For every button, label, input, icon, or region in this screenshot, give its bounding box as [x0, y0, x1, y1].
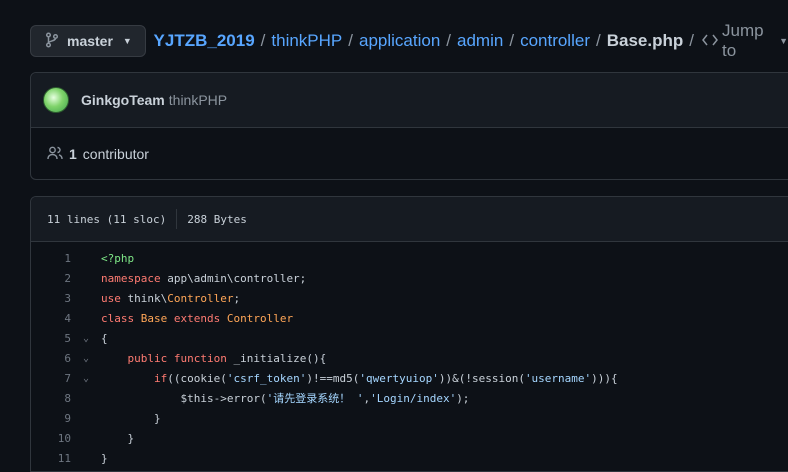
code-text: }: [153, 411, 161, 425]
code-line: 5 ⌄ {: [31, 328, 788, 348]
code-text: public function _initialize(){: [127, 351, 327, 365]
commit-header: GinkgoTeam thinkPHP: [31, 73, 788, 128]
caret-down-icon: ▼: [779, 36, 788, 46]
code-line: 6 ⌄ public function _initialize(){: [31, 348, 788, 368]
code-line: 3 use think\Controller;: [31, 288, 788, 308]
breadcrumb-separator: /: [446, 31, 452, 50]
code-listing: 1 <?php 2 namespace app\admin\controller…: [31, 242, 788, 468]
fold-chevron-icon[interactable]: ⌄: [71, 373, 101, 384]
code-text: use think\Controller;: [101, 291, 241, 305]
code-line: 9 }: [31, 408, 788, 428]
line-number[interactable]: 3: [31, 292, 71, 305]
code-text: }: [127, 431, 135, 445]
latest-commit-box: GinkgoTeam thinkPHP 1 contributor: [30, 72, 788, 180]
file-line-count: 11 lines (11 sloc): [47, 212, 167, 226]
avatar[interactable]: [43, 87, 69, 113]
line-number[interactable]: 6: [31, 352, 71, 365]
jump-to-button[interactable]: Jump to ▼: [702, 21, 788, 61]
line-number[interactable]: 1: [31, 252, 71, 265]
file-info-bar: 11 lines (11 sloc) 288 Bytes: [31, 197, 788, 242]
breadcrumb-separator: /: [595, 31, 601, 50]
breadcrumb-separator: /: [260, 31, 266, 50]
code-text: {: [101, 331, 108, 345]
breadcrumb-separator: /: [689, 31, 694, 50]
caret-down-icon: ▼: [122, 36, 132, 46]
line-number[interactable]: 9: [31, 412, 71, 425]
code-text: }: [101, 451, 108, 465]
people-icon: [47, 146, 63, 163]
file-viewer: 11 lines (11 sloc) 288 Bytes 1 <?php 2 n…: [30, 196, 788, 472]
line-number[interactable]: 7: [31, 372, 71, 385]
code-line: 4 class Base extends Controller: [31, 308, 788, 328]
code-line: 1 <?php: [31, 248, 788, 268]
code-text: namespace app\admin\controller;: [101, 271, 307, 285]
code-line: 10 }: [31, 428, 788, 448]
code-text: if((cookie('csrf_token')!==md5('qwertyui…: [153, 371, 618, 385]
code-line: 7 ⌄ if((cookie('csrf_token')!==md5('qwert…: [31, 368, 788, 388]
contributor-count: 1: [69, 146, 77, 162]
line-number[interactable]: 2: [31, 272, 71, 285]
code-line: 11 }: [31, 448, 788, 468]
line-number[interactable]: 11: [31, 452, 71, 465]
code-text: class Base extends Controller: [101, 311, 294, 325]
line-number[interactable]: 5: [31, 332, 71, 345]
breadcrumb-current-file: Base.php: [606, 31, 684, 50]
file-size: 288 Bytes: [187, 212, 247, 226]
line-number[interactable]: 8: [31, 392, 71, 405]
file-navigation: master ▼ YJTZB_2019 / thinkPHP / applica…: [30, 21, 788, 60]
contributor-label: contributor: [82, 146, 149, 162]
commit-author-link[interactable]: GinkgoTeam: [81, 92, 165, 108]
breadcrumb-separator: /: [509, 31, 515, 50]
breadcrumb-repo-link[interactable]: YJTZB_2019: [154, 31, 255, 51]
file-info-divider: [176, 209, 178, 229]
code-icon: [702, 31, 718, 51]
breadcrumb-link-admin[interactable]: admin: [457, 31, 503, 51]
jump-to-label: Jump to: [721, 21, 764, 60]
code-text: $this->error('请先登录系统！ ','Login/index');: [180, 392, 470, 405]
contributors-row[interactable]: 1 contributor: [31, 128, 788, 180]
breadcrumb-separator: /: [348, 31, 353, 50]
breadcrumb-link-application[interactable]: application: [359, 31, 440, 51]
code-line: 2 namespace app\admin\controller;: [31, 268, 788, 288]
branch-name: master: [67, 33, 113, 49]
breadcrumb-link-thinkphp[interactable]: thinkPHP: [271, 31, 342, 51]
branch-select-button[interactable]: master ▼: [30, 25, 146, 57]
git-branch-icon: [45, 31, 59, 51]
fold-chevron-icon[interactable]: ⌄: [71, 353, 101, 364]
line-number[interactable]: 10: [31, 432, 71, 445]
breadcrumb: YJTZB_2019 / thinkPHP / application / ad…: [154, 21, 788, 61]
commit-message[interactable]: thinkPHP: [169, 92, 227, 108]
code-text: <?php: [101, 251, 135, 265]
code-line: 8 $this->error('请先登录系统！ ','Login/index')…: [31, 388, 788, 408]
breadcrumb-link-controller[interactable]: controller: [520, 31, 590, 51]
fold-chevron-icon[interactable]: ⌄: [71, 333, 101, 344]
line-number[interactable]: 4: [31, 312, 71, 325]
